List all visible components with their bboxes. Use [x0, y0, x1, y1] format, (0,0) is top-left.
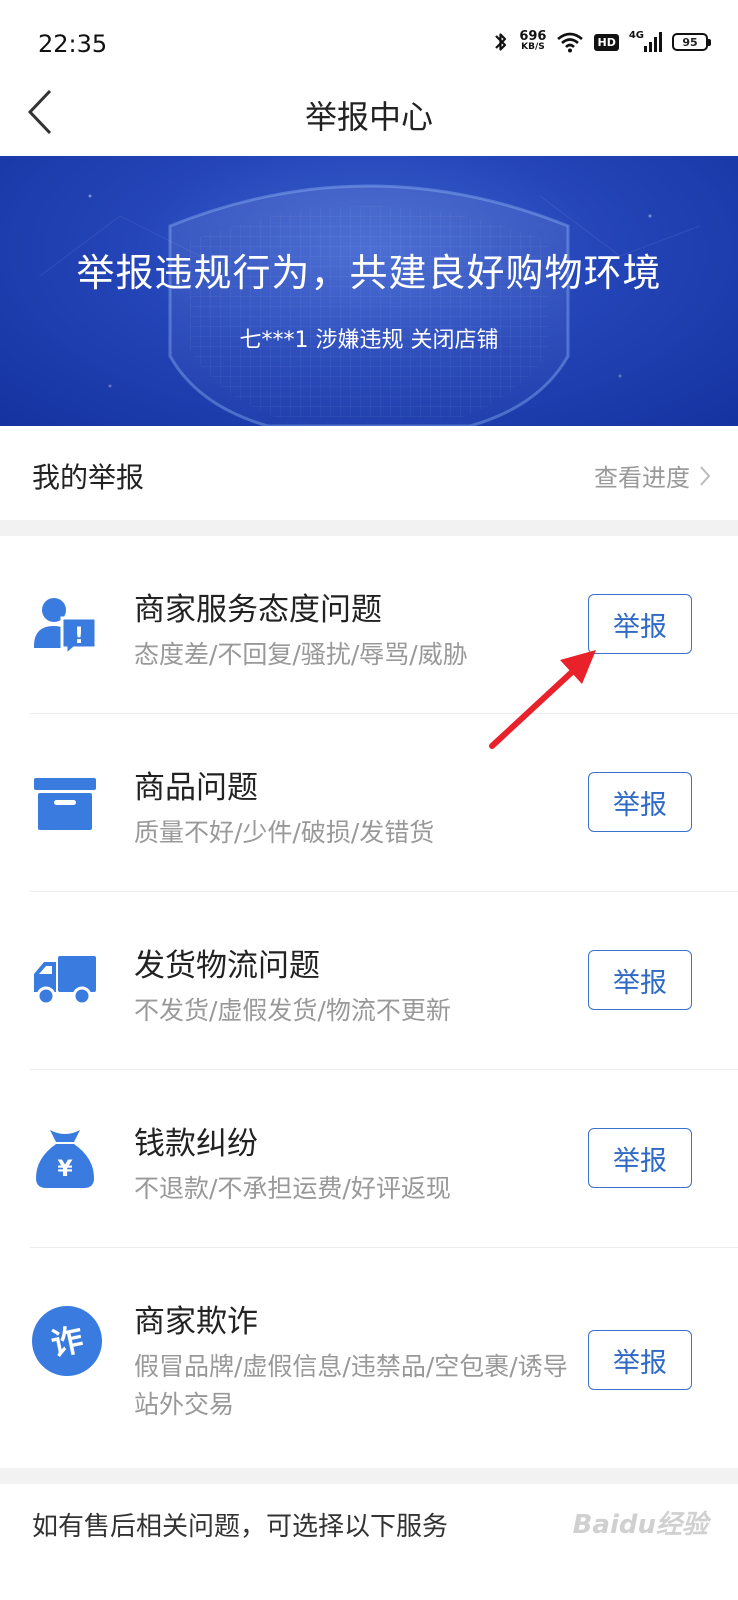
category-title: 商品问题: [134, 770, 258, 806]
fraud-icon: 诈: [32, 1306, 102, 1376]
battery-icon: 95: [672, 33, 711, 51]
yen-glyph: ¥: [57, 1157, 73, 1182]
net-speed: 696 KB/S: [519, 29, 547, 53]
chevron-right-icon: [700, 465, 711, 486]
category-desc: 假冒品牌/虚假信息/违禁品/空包裹/诱导站外交易: [134, 1352, 568, 1419]
network-type: 4G: [628, 29, 644, 41]
box-icon: [34, 778, 96, 830]
view-progress-label: 查看进度: [594, 464, 690, 492]
status-icons: 696 KB/S HD 4G 95: [493, 29, 711, 54]
category-title: 商家欺诈: [134, 1304, 258, 1340]
exclaim-glyph: !: [74, 624, 84, 649]
net-speed-value: 696: [519, 29, 547, 44]
report-button[interactable]: 举报: [588, 1128, 692, 1188]
category-desc: 态度差/不回复/骚扰/辱骂/威胁: [134, 640, 468, 669]
truck-icon: [34, 956, 96, 1006]
wifi-icon: [557, 32, 584, 53]
my-reports-row[interactable]: 我的举报 查看进度: [0, 426, 738, 520]
page-title: 举报中心: [304, 98, 433, 136]
category-title: 钱款纠纷: [134, 1126, 258, 1162]
hero-banner: 举报违规行为，共建良好购物环境 七***1 涉嫌违规 关闭店铺: [0, 156, 738, 426]
bluetooth-icon: [495, 33, 507, 51]
category-desc: 不退款/不承担运费/好评返现: [134, 1174, 451, 1203]
status-bar: 22:35 696 KB/S HD 4G 95: [0, 0, 738, 84]
category-desc: 不发货/虚假发货/物流不更新: [134, 996, 451, 1025]
net-speed-unit: KB/S: [521, 42, 545, 52]
report-button[interactable]: 举报: [588, 594, 692, 654]
report-button[interactable]: 举报: [588, 950, 692, 1010]
list-item: ¥ 钱款纠纷 不退款/不承担运费/好评返现 举报: [0, 1070, 738, 1248]
battery-level: 95: [682, 35, 698, 49]
category-title: 发货物流问题: [134, 948, 320, 984]
report-button[interactable]: 举报: [588, 1330, 692, 1390]
status-time: 22:35: [38, 30, 108, 58]
report-category-list: ! 商家服务态度问题 态度差/不回复/骚扰/辱骂/威胁 举报 商品问题 质量不好…: [0, 536, 738, 1468]
nav-bar: 举报中心: [0, 84, 738, 156]
category-desc: 质量不好/少件/破损/发错货: [134, 818, 435, 847]
user-alert-icon: !: [34, 598, 98, 658]
after-sales-text: 如有售后相关问题，可选择以下服务: [32, 1512, 449, 1542]
list-item: ! 商家服务态度问题 态度差/不回复/骚扰/辱骂/威胁 举报: [0, 536, 738, 714]
report-button[interactable]: 举报: [588, 772, 692, 832]
money-bag-icon: ¥: [36, 1130, 94, 1188]
watermark: Baidu经验: [572, 1510, 708, 1540]
banner-title: 举报违规行为，共建良好购物环境: [76, 251, 662, 295]
my-reports-label: 我的举报: [32, 461, 145, 494]
list-item: 商品问题 质量不好/少件/破损/发错货 举报: [0, 714, 738, 892]
hd-badge: HD: [594, 33, 619, 51]
signal-icon: [644, 32, 662, 52]
category-title: 商家服务态度问题: [134, 592, 382, 628]
banner-subtitle: 七***1 涉嫌违规 关闭店铺: [239, 328, 499, 353]
view-progress-link[interactable]: 查看进度: [594, 458, 712, 493]
list-item: 诈 商家欺诈 假冒品牌/虚假信息/违禁品/空包裹/诱导站外交易 举报: [0, 1248, 738, 1468]
after-sales-section: 如有售后相关问题，可选择以下服务 Baidu经验: [0, 1484, 738, 1600]
list-item: 发货物流问题 不发货/虚假发货/物流不更新 举报: [0, 892, 738, 1070]
